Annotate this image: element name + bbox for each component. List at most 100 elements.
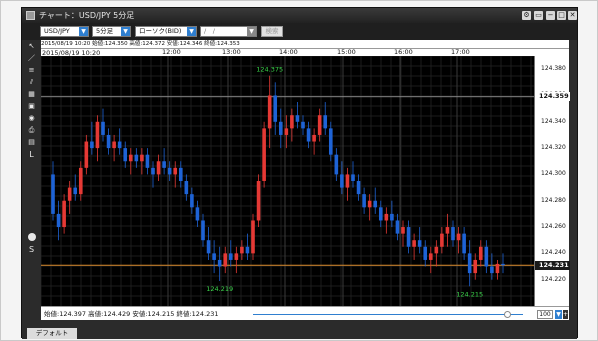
time-tick: 17:00: [451, 48, 470, 56]
candle-body: [201, 220, 205, 241]
summary-close: 終値:124.231: [176, 310, 219, 318]
chevron-down-icon: ▼: [79, 27, 88, 36]
current-price-tag: 124.231: [535, 260, 570, 270]
zoom-slider-thumb[interactable]: [504, 311, 511, 318]
close-icon[interactable]: ✕: [568, 11, 577, 20]
summary-low: 安値:124.215: [132, 310, 175, 318]
candle-body: [223, 253, 228, 267]
info-high: 高値:124.372: [129, 41, 166, 47]
candle-body: [67, 187, 72, 201]
chevron-down-icon: ▼: [247, 27, 256, 36]
candle-body: [190, 194, 194, 208]
candle-body: [228, 253, 233, 260]
drawing-toolbar: ↖ ／ ≡ ⫽ ▦ ▣ ◉ ⎙ ▤ L S: [22, 40, 41, 310]
candle-body: [334, 154, 339, 175]
tab-bar: デフォルト: [22, 326, 577, 339]
candle-body: [273, 95, 278, 122]
candle-body: [240, 246, 244, 254]
price-tick: 124.240: [541, 249, 566, 257]
price-tick: 124.380: [541, 65, 566, 73]
grid-icon[interactable]: ▦: [27, 90, 36, 99]
zoom-value[interactable]: 100: [537, 310, 553, 319]
price-tick: 124.320: [541, 144, 566, 152]
candle-body: [140, 154, 144, 162]
candle-body: [78, 167, 83, 195]
candle-body: [267, 95, 272, 129]
summary-open: 始値:124.397: [44, 310, 87, 318]
zoom-slider-track[interactable]: [253, 314, 523, 315]
app-icon: [26, 11, 35, 20]
zoom-in-icon[interactable]: +: [563, 310, 568, 319]
candle-body: [478, 246, 483, 260]
candle-body: [323, 115, 328, 129]
candle-body: [328, 128, 333, 155]
interval-select[interactable]: 5分足 ▼: [92, 26, 131, 37]
chevron-down-icon: ▼: [187, 27, 196, 36]
tab-default[interactable]: デフォルト: [27, 328, 77, 339]
candle-body: [278, 121, 283, 135]
candle-body: [95, 121, 100, 149]
candle-body: [51, 174, 55, 214]
cursor-icon[interactable]: ↖: [27, 42, 36, 51]
price-axis: 124.380124.360124.340124.320124.300124.2…: [534, 56, 570, 306]
candle-body: [151, 167, 155, 175]
candle-body: [351, 174, 355, 181]
toolbar: USD/JPY ▼ 5分足 ▼ ローソク(BID) ▼ / / ▼ 検索: [22, 23, 577, 40]
candle-body: [123, 148, 128, 162]
layout-icon[interactable]: ▣: [27, 102, 36, 111]
window-title: チャート：USD/JPY 5分足: [39, 11, 135, 20]
candle-body: [134, 154, 139, 162]
print-icon[interactable]: ⎙: [27, 126, 36, 135]
candle-body: [423, 246, 428, 260]
chart-window: チャート：USD/JPY 5分足 ⚙ ▭ − □ ✕ USD/JPY ▼ 5分足…: [21, 7, 578, 339]
candle-body: [451, 227, 455, 241]
channel-icon[interactable]: ⫽: [27, 78, 36, 87]
low-annotation: 124.215: [456, 290, 483, 298]
candle-body: [295, 115, 300, 122]
candle-body: [262, 128, 266, 181]
candle-body: [440, 233, 444, 247]
candle-body: [284, 128, 289, 135]
eye-icon[interactable]: ◉: [27, 114, 36, 123]
candle-body: [217, 259, 222, 267]
chart-type-select-value: ローソク(BID): [139, 27, 182, 35]
minimize-icon[interactable]: −: [546, 11, 555, 20]
label-tool-l[interactable]: L: [27, 150, 36, 159]
candle-body: [456, 233, 461, 241]
chevron-down-icon[interactable]: ▼: [555, 310, 562, 319]
pair-select[interactable]: USD/JPY ▼: [40, 26, 89, 37]
candle-body: [401, 227, 405, 234]
line-icon[interactable]: ／: [27, 54, 36, 63]
price-tick: 124.280: [541, 196, 566, 204]
chart-plot-area[interactable]: 124.375 124.219 124.215: [41, 56, 534, 306]
label-tool-s[interactable]: S: [27, 245, 36, 254]
time-tick: 12:00: [162, 48, 181, 56]
date-input-placeholder: / /: [204, 27, 215, 35]
candle-body: [73, 187, 78, 195]
candle-body: [162, 161, 166, 168]
candle-body: [406, 227, 411, 247]
chart-type-select[interactable]: ローソク(BID) ▼: [135, 26, 197, 37]
candle-body: [312, 134, 316, 142]
circle-icon[interactable]: [28, 233, 36, 241]
candle-body: [317, 115, 322, 135]
candle-body: [462, 233, 466, 254]
maximize-icon[interactable]: □: [557, 11, 566, 20]
candle-body: [301, 121, 305, 129]
gear-icon[interactable]: ⚙: [522, 11, 531, 20]
search-button[interactable]: 検索: [261, 26, 283, 37]
candle-body: [345, 174, 350, 188]
title-bar: チャート：USD/JPY 5分足 ⚙ ▭ − □ ✕: [22, 8, 577, 23]
candle-body: [106, 134, 111, 149]
date-input[interactable]: / / ▼: [200, 26, 257, 37]
candle-body: [156, 161, 161, 175]
save-icon[interactable]: ▤: [27, 138, 36, 147]
candle-body: [184, 181, 189, 195]
window-icon[interactable]: ▭: [534, 11, 543, 20]
candle-body: [84, 141, 89, 168]
candle-body: [212, 253, 216, 260]
chevron-down-icon: ▼: [121, 27, 130, 36]
candle-body: [245, 246, 250, 254]
fibonacci-icon[interactable]: ≡: [27, 66, 36, 75]
candle-body: [395, 220, 400, 234]
